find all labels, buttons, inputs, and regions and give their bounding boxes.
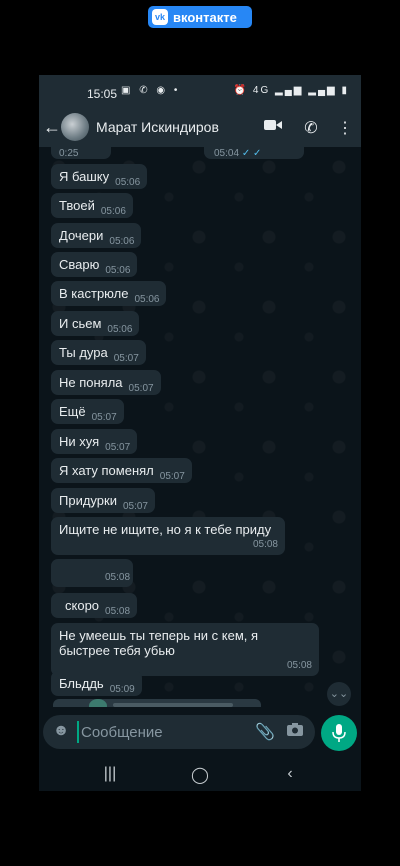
message-time: 05:07 xyxy=(159,471,185,482)
message-text: Придурки xyxy=(59,493,117,508)
attach-icon[interactable]: 📎 xyxy=(255,722,275,742)
video-call-icon[interactable] xyxy=(263,118,283,138)
system-icons: ⏰ 4G ▂▄▆ ▂▄▆ ▮ xyxy=(233,85,349,96)
message-bubble[interactable]: Ищите не ищите, но я к тебе приду 05:08 xyxy=(51,517,285,555)
message-time: 05:08 xyxy=(105,572,131,583)
message-bubble[interactable]: Ещё 05:07 xyxy=(51,399,124,424)
message-time: 05:07 xyxy=(113,353,139,364)
message-time: 05:08 xyxy=(286,660,312,671)
message-bubble[interactable]: Дочери 05:06 xyxy=(51,223,142,248)
message-text: Я хату поменял xyxy=(59,463,154,478)
more-options-icon[interactable]: ⋮ xyxy=(335,118,355,138)
message-bubble[interactable]: Я хату поменял 05:07 xyxy=(51,458,192,483)
back-arrow-icon[interactable]: ← xyxy=(43,117,63,137)
message-text: В кастрюле xyxy=(59,286,129,301)
phone-screen: 15:05 ▣ ✆ ◉ • ⏰ 4G ▂▄▆ ▂▄▆ ▮ ← Марат Иск… xyxy=(39,75,361,791)
message-time: 05:08 xyxy=(105,606,131,617)
message-time: 05:09 xyxy=(109,684,135,695)
back-icon[interactable]: ‹ xyxy=(275,765,305,783)
message-text: Не поняла xyxy=(59,375,123,390)
message-time: 05:07 xyxy=(122,501,148,512)
message-time: 05:07 xyxy=(91,412,117,423)
notification-icons: ▣ ✆ ◉ • xyxy=(121,85,181,96)
message-text: И сьем xyxy=(59,316,102,331)
message-text: Ни хуя xyxy=(59,434,100,449)
phone-call-icon[interactable]: ✆ xyxy=(301,118,321,138)
emoji-icon[interactable]: ☻ xyxy=(51,722,71,742)
message-bubble[interactable]: В кастрюле 05:06 xyxy=(51,281,167,306)
mic-button[interactable] xyxy=(321,715,357,751)
android-nav-bar: ||| ◯ ‹ xyxy=(39,759,361,791)
message-bubble[interactable]: Не умеешь ты теперь ни с кем, я быстрее … xyxy=(51,623,319,676)
message-composer: ☻ 📎 xyxy=(43,715,315,749)
status-time: 15:05 xyxy=(87,87,118,101)
message-bubble[interactable]: Придурки 05:07 xyxy=(51,488,155,513)
avatar[interactable] xyxy=(61,113,89,141)
message-time: 05:06 xyxy=(105,265,131,276)
message-text: Ищите не ищите, но я к тебе приду xyxy=(59,522,272,537)
home-icon[interactable]: ◯ xyxy=(185,765,215,785)
message-time: 05:06 xyxy=(109,236,135,247)
message-bubble[interactable]: Сварю 05:06 xyxy=(51,252,138,277)
message-text: Не умеешь ты теперь ни с кем, я быстрее … xyxy=(59,628,259,658)
message-bubble[interactable]: Не поняла 05:07 xyxy=(51,370,161,395)
message-time: 05:08 xyxy=(252,539,278,550)
message-text: Ты дура xyxy=(59,345,108,360)
message-bubble[interactable]: Ни хуя 05:07 xyxy=(51,429,138,454)
message-bubble[interactable]: Ты дура 05:07 xyxy=(51,340,146,365)
message-time: 05:07 xyxy=(128,383,154,394)
message-text: Сварю xyxy=(59,257,100,272)
partial-message: 05:04 ✓ ✓ xyxy=(204,147,304,159)
message-text: Я башку xyxy=(59,169,110,184)
recent-apps-icon[interactable]: ||| xyxy=(95,765,125,783)
message-text: Дочери xyxy=(59,228,104,243)
contact-name[interactable]: Марат Искиндиров xyxy=(96,119,219,135)
voice-message-preview[interactable] xyxy=(53,699,261,707)
message-bubble[interactable]: И сьем 05:06 xyxy=(51,311,140,336)
scroll-down-button[interactable]: ⌄⌄ xyxy=(327,682,351,706)
message-bubble[interactable]: Бльддь 05:09 xyxy=(51,671,142,696)
message-bubble[interactable]: Твоей 05:06 xyxy=(51,193,133,218)
partial-message: 0:25 xyxy=(51,147,111,159)
message-time: 05:07 xyxy=(105,442,131,453)
message-time: 05:06 xyxy=(100,206,126,217)
message-bubble[interactable]: 05:08 xyxy=(51,559,133,587)
message-time: 05:06 xyxy=(115,177,141,188)
message-bubble[interactable]: Я башку 05:06 xyxy=(51,164,148,189)
voice-waveform xyxy=(113,703,233,707)
message-bubble[interactable]: скоро 05:08 xyxy=(51,593,138,618)
message-time: 05:06 xyxy=(134,294,160,305)
status-bar: 15:05 ▣ ✆ ◉ • ⏰ 4G ▂▄▆ ▂▄▆ ▮ xyxy=(39,75,361,109)
vk-watermark-label: вконтакте xyxy=(173,9,237,25)
message-time: 05:04 xyxy=(214,148,240,159)
camera-icon[interactable] xyxy=(285,722,305,740)
voice-avatar xyxy=(89,699,107,707)
message-time: 05:06 xyxy=(107,324,133,335)
message-text: Твоей xyxy=(59,198,95,213)
chat-header: ← Марат Искиндиров ✆ ⋮ xyxy=(39,109,361,147)
message-text: Ещё xyxy=(59,404,86,419)
message-input[interactable] xyxy=(77,721,247,743)
vk-logo: vk xyxy=(152,9,168,25)
message-text: Бльддь xyxy=(59,676,104,691)
message-list[interactable]: 0:25 05:04 ✓ ✓ Я башку 05:06 Твоей 05:06 Д… xyxy=(39,147,361,707)
message-text: скоро xyxy=(65,598,100,613)
vk-watermark: vk вконтакте xyxy=(148,6,252,28)
message-time: 0:25 xyxy=(59,148,79,159)
